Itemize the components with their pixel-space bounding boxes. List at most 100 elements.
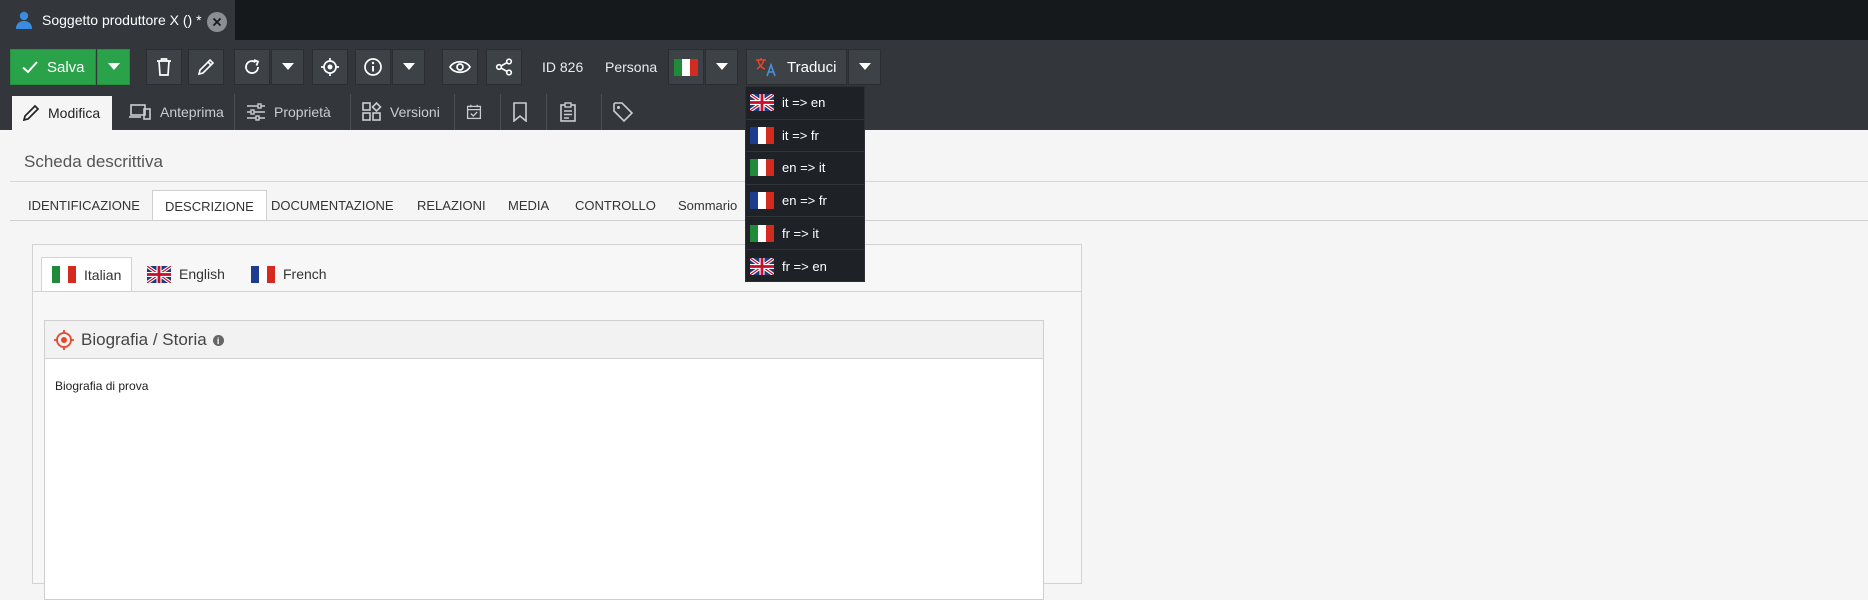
menu-item-label: fr => it <box>782 225 819 241</box>
menu-item-label: fr => en <box>782 258 827 274</box>
close-icon[interactable] <box>207 12 227 32</box>
translate-menu-item[interactable]: fr => it <box>746 217 864 250</box>
tab-clipboard[interactable] <box>548 94 602 130</box>
tab-calendar[interactable] <box>456 94 501 130</box>
translate-menu-item[interactable]: en => fr <box>746 185 864 218</box>
record-type: Persona <box>605 59 658 75</box>
check-icon <box>22 61 38 74</box>
save-options-button[interactable] <box>97 49 130 85</box>
tab-anteprima[interactable]: Anteprima <box>118 94 235 130</box>
french-flag-icon <box>251 266 275 283</box>
toolbar: Salva ID 826 Persona Traduci <box>0 40 1868 90</box>
menu-item-label: it => en <box>782 95 826 111</box>
language-options-button[interactable] <box>705 49 738 85</box>
italian-flag-icon <box>52 266 76 283</box>
translate-button[interactable]: Traduci <box>746 49 847 85</box>
locate-button[interactable] <box>312 49 348 85</box>
calendar-check-icon <box>466 104 482 120</box>
bookmark-icon <box>513 102 527 122</box>
tab-lang-french[interactable]: French <box>241 257 337 291</box>
info-button[interactable] <box>355 49 391 85</box>
tab-descrizione[interactable]: DESCRIZIONE <box>152 190 267 221</box>
translate-menu-item[interactable]: it => en <box>746 87 864 120</box>
tab-identificazione[interactable]: IDENTIFICAZIONE <box>16 190 152 220</box>
italian-flag-icon <box>674 59 698 76</box>
caret-down-icon <box>402 63 415 70</box>
french-flag-icon <box>750 192 774 209</box>
french-flag-icon <box>750 127 774 144</box>
user-icon <box>16 11 32 29</box>
page-title: Scheda descrittiva <box>24 152 163 171</box>
tab-documentazione[interactable]: DOCUMENTAZIONE <box>259 190 406 220</box>
refresh-button[interactable] <box>234 49 270 85</box>
tab-proprieta[interactable]: Proprietà <box>236 94 351 130</box>
lang-tab-label: English <box>179 266 225 282</box>
translate-button-label: Traduci <box>787 58 837 76</box>
sliders-icon <box>247 103 265 121</box>
target-icon <box>54 329 74 350</box>
pencil-icon <box>22 104 40 122</box>
tab-label: Proprietà <box>274 104 331 120</box>
tab-lang-english[interactable]: English <box>137 257 235 291</box>
description-panel: Italian English French Biografia / Stori… <box>32 244 1082 600</box>
translate-options-button[interactable] <box>848 49 881 85</box>
biografia-textarea[interactable]: Biografia di prova <box>45 359 1043 413</box>
tab-bookmark[interactable] <box>502 94 547 130</box>
refresh-icon <box>245 59 260 74</box>
save-button[interactable]: Salva <box>10 49 96 85</box>
italian-flag-icon <box>750 225 774 242</box>
menu-item-label: en => fr <box>782 193 827 209</box>
translate-menu-item[interactable]: en => it <box>746 152 864 185</box>
document-tab-strip: Soggetto produttore X () * <box>0 0 1868 40</box>
biografia-field: Biografia / Storia i Biografia di prova <box>44 320 1044 600</box>
field-label: Biografia / Storia <box>81 329 207 349</box>
lang-tab-label: French <box>283 266 327 282</box>
tab-sommario[interactable]: Sommario <box>666 190 749 220</box>
caret-down-icon <box>107 63 120 70</box>
tab-tag[interactable] <box>603 94 653 130</box>
document-tab[interactable]: Soggetto produttore X () * <box>0 0 235 40</box>
eye-icon <box>449 60 471 74</box>
lang-tab-label: Italian <box>84 266 122 283</box>
tab-modifica[interactable]: Modifica <box>12 96 112 130</box>
menu-item-label: it => fr <box>782 127 819 143</box>
uk-flag-icon <box>750 258 774 275</box>
divider <box>10 220 1868 221</box>
menu-item-label: en => it <box>782 160 826 176</box>
tab-label: Modifica <box>48 105 101 121</box>
refresh-options-button[interactable] <box>271 49 304 85</box>
devices-icon <box>129 104 151 120</box>
pencil-icon <box>197 58 215 76</box>
caret-down-icon <box>858 63 871 70</box>
trash-icon <box>157 58 171 76</box>
field-header: Biografia / Storia i <box>45 321 1043 359</box>
share-icon <box>495 58 513 76</box>
language-button[interactable] <box>668 49 704 85</box>
tab-controllo[interactable]: CONTROLLO <box>563 190 668 220</box>
tab-media[interactable]: MEDIA <box>496 190 561 220</box>
tab-versioni[interactable]: Versioni <box>352 94 455 130</box>
view-button[interactable] <box>442 49 478 85</box>
info-icon <box>364 58 382 76</box>
translate-menu-item[interactable]: fr => en <box>746 250 864 283</box>
info-options-button[interactable] <box>392 49 425 85</box>
caret-down-icon <box>281 63 294 70</box>
tab-label: Versioni <box>390 104 440 120</box>
translate-menu: it => en it => fr en => it en => fr fr =… <box>745 86 865 282</box>
document-tab-title: Soggetto produttore X () * <box>42 12 202 28</box>
tab-relazioni[interactable]: RELAZIONI <box>405 190 498 220</box>
share-button[interactable] <box>486 49 522 85</box>
tab-label: Anteprima <box>160 104 224 120</box>
translate-menu-item[interactable]: it => fr <box>746 120 864 153</box>
delete-button[interactable] <box>146 49 182 85</box>
uk-flag-icon <box>147 266 171 283</box>
uk-flag-icon <box>750 94 774 111</box>
divider <box>10 181 1868 182</box>
tab-lang-italian[interactable]: Italian <box>41 257 133 292</box>
italian-flag-icon <box>750 159 774 176</box>
tag-icon <box>613 102 633 122</box>
info-icon[interactable]: i <box>212 335 224 346</box>
edit-button[interactable] <box>188 49 224 85</box>
versions-icon <box>362 102 382 121</box>
caret-down-icon <box>715 63 728 70</box>
